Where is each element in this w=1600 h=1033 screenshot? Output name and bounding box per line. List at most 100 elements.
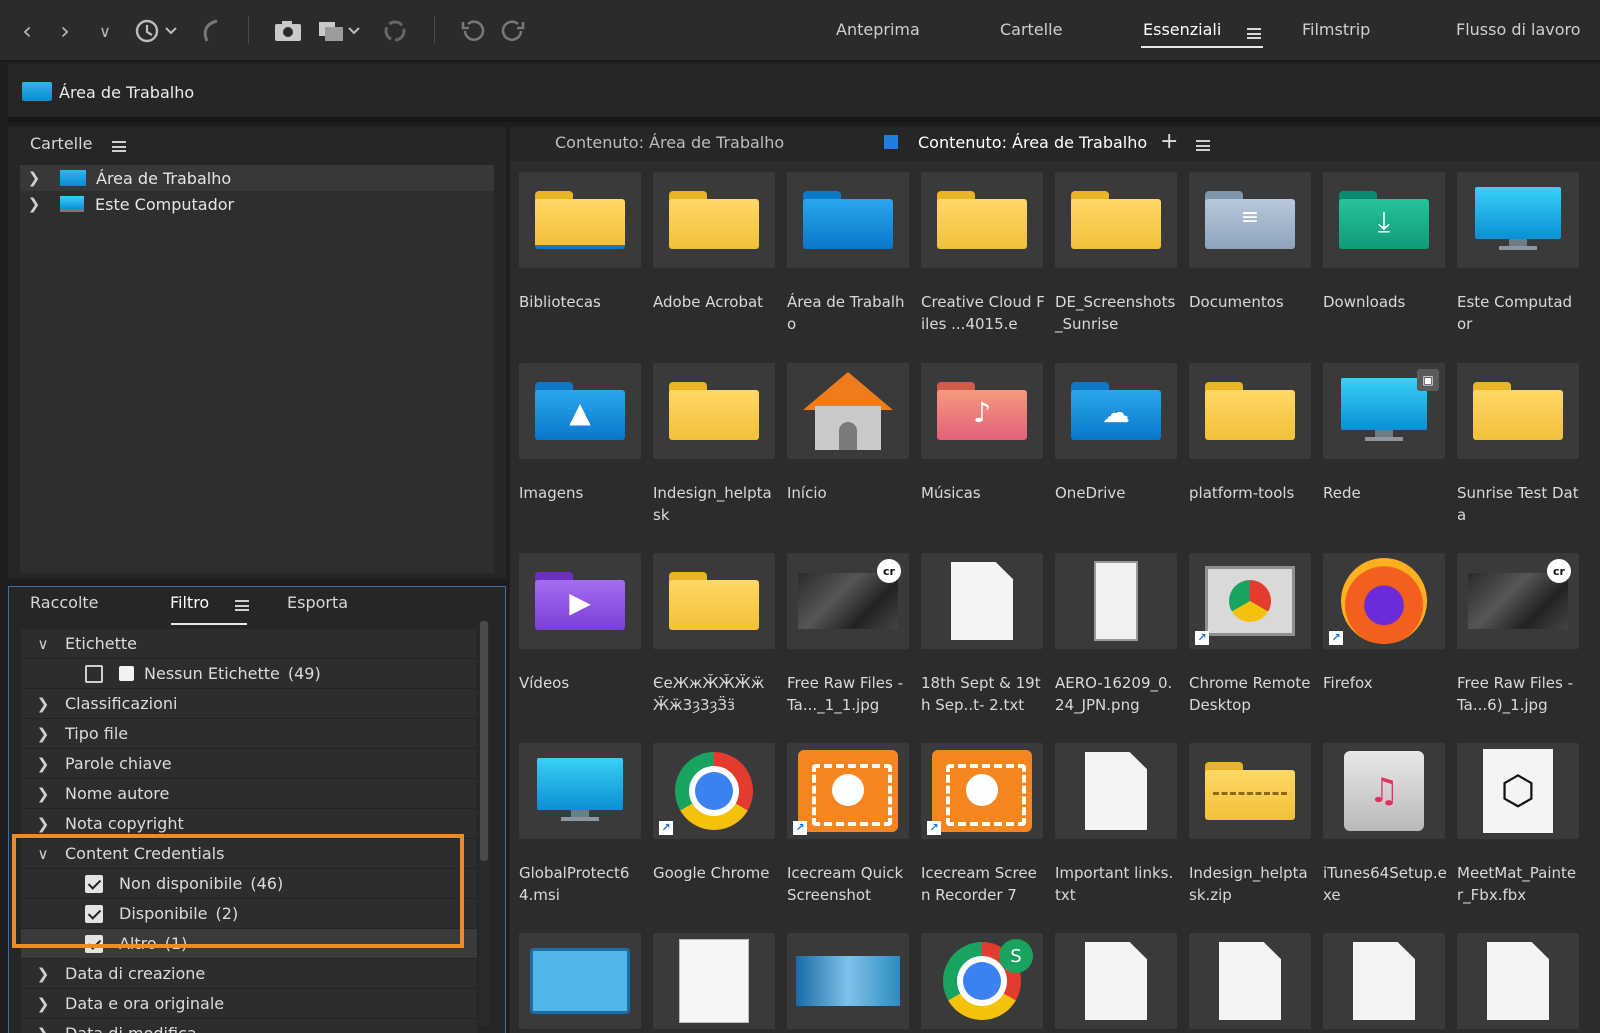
chevron-right-icon[interactable]: ❯ <box>20 169 48 187</box>
content-menu-icon[interactable] <box>1196 136 1210 155</box>
thumbnail-itunes64setup[interactable]: ♫ <box>1323 743 1445 839</box>
thumbnail-videos[interactable]: ▶ <box>519 553 641 649</box>
filter-category-parole-chiave[interactable]: ❯ Parole chiave <box>21 749 477 779</box>
item-label[interactable]: Free Raw Files - Ta...6)_1.jpg <box>1457 672 1581 716</box>
thumbnail-platform-tools[interactable] <box>1189 363 1311 459</box>
chevron-right-icon[interactable]: ❯ <box>21 1025 65 1033</box>
thumbnail-este-computador[interactable] <box>1457 172 1579 268</box>
chevron-right-icon[interactable]: ❯ <box>21 785 65 803</box>
item-label[interactable]: Icecream Quick Screenshot <box>787 862 911 906</box>
item-label[interactable]: MeetMat_Painter_Fbx.fbx <box>1457 862 1581 906</box>
thumbnail-icecream-screen-recorder[interactable]: ↗ <box>921 743 1043 839</box>
thumbnail-rede[interactable]: ▣ <box>1323 363 1445 459</box>
workspace-menu-icon[interactable] <box>1247 24 1261 43</box>
chevron-right-icon[interactable]: ❯ <box>21 815 65 833</box>
path-breadcrumb[interactable]: Área de Trabalho <box>59 83 194 102</box>
item-label[interactable]: Vídeos <box>519 672 643 694</box>
filter-category-nome-autore[interactable]: ❯ Nome autore <box>21 779 477 809</box>
thumbnail-18th-sept[interactable] <box>921 553 1043 649</box>
checkbox-checked[interactable] <box>85 874 103 893</box>
filter-panel-menu-icon[interactable] <box>235 596 249 615</box>
tab-raccolte[interactable]: Raccolte <box>30 593 99 612</box>
chevron-right-icon[interactable]: ❯ <box>21 725 65 743</box>
filter-scrollbar[interactable] <box>479 621 489 1026</box>
thumbnail-row5-5[interactable] <box>1055 933 1177 1029</box>
thumbnail-indesign-helptask[interactable] <box>653 363 775 459</box>
tab-esporta[interactable]: Esporta <box>287 593 348 612</box>
folders-panel-menu-icon[interactable] <box>112 137 126 156</box>
thumbnail-downloads[interactable]: ⤓ <box>1323 172 1445 268</box>
item-label[interactable]: 18th Sept & 19th Sep..t- 2.txt <box>921 672 1045 716</box>
item-label[interactable]: Este Computador <box>1457 291 1581 335</box>
item-label[interactable]: Downloads <box>1323 291 1447 313</box>
thumbnail-indesign-helptask-zip[interactable] <box>1189 743 1311 839</box>
checkbox-checked[interactable] <box>85 934 103 953</box>
thumbnail-onedrive[interactable]: ☁ <box>1055 363 1177 459</box>
item-label[interactable]: Rede <box>1323 482 1447 504</box>
chevron-right-icon[interactable]: ❯ <box>20 195 48 213</box>
item-label[interactable]: Chrome Remote Desktop <box>1189 672 1313 716</box>
thumbnail-de-screenshots[interactable] <box>1055 172 1177 268</box>
item-label[interactable]: Área de Trabalho <box>787 291 911 335</box>
thumbnail-row5-3[interactable] <box>787 933 909 1029</box>
item-label[interactable]: Icecream Screen Recorder 7 <box>921 862 1045 906</box>
thumbnail-cyrillic-folder[interactable] <box>653 553 775 649</box>
get-photos-icon[interactable] <box>272 15 306 47</box>
dropdown-chevron-icon[interactable]: ∨ <box>92 15 118 47</box>
thumbnail-google-chrome[interactable]: ↗ <box>653 743 775 839</box>
item-label[interactable]: Google Chrome <box>653 862 777 884</box>
filter-category-nota-copyright[interactable]: ❯ Nota copyright <box>21 809 477 839</box>
thumbnail-imagens[interactable]: ▲ <box>519 363 641 459</box>
item-label[interactable]: Firefox <box>1323 672 1447 694</box>
chevron-down-icon[interactable]: ∨ <box>21 635 65 653</box>
item-label[interactable]: Important links.txt <box>1055 862 1179 906</box>
item-label[interactable]: Bibliotecas <box>519 291 643 313</box>
filter-option-altro[interactable]: Altro (1) <box>21 929 477 959</box>
chevron-right-icon[interactable]: ❯ <box>21 995 65 1013</box>
content-tab-1[interactable]: Contenuto: Área de Trabalho <box>555 133 784 152</box>
item-label[interactable]: iTunes64Setup.exe <box>1323 862 1447 906</box>
thumbnail-chrome-remote-desktop[interactable]: ↗ <box>1189 553 1311 649</box>
folders-panel-title[interactable]: Cartelle <box>30 134 92 153</box>
item-label[interactable]: platform-tools <box>1189 482 1313 504</box>
filter-category-tipo-file[interactable]: ❯ Tipo file <box>21 719 477 749</box>
item-label[interactable]: Músicas <box>921 482 1045 504</box>
content-tab-2[interactable]: Contenuto: Área de Trabalho <box>918 133 1147 152</box>
item-label[interactable]: OneDrive <box>1055 482 1179 504</box>
thumbnail-row5-6[interactable] <box>1189 933 1311 1029</box>
filter-scrollbar-thumb[interactable] <box>480 621 488 861</box>
item-label[interactable]: AERO-16209_0.24_JPN.png <box>1055 672 1179 716</box>
chevron-down-icon[interactable]: ∨ <box>21 845 65 863</box>
back-icon[interactable]: ‹ <box>14 15 40 47</box>
item-label[interactable]: Início <box>787 482 911 504</box>
filter-option-nessun-etichette[interactable]: Nessun Etichette (49) <box>21 659 477 689</box>
item-label[interactable]: Indesign_helptask <box>653 482 777 526</box>
checkbox[interactable] <box>85 664 103 683</box>
tree-item-este-computador[interactable]: ❯ Este Computador <box>20 191 494 217</box>
thumbnail-adobe-acrobat[interactable] <box>653 172 775 268</box>
thumbnail-row5-7[interactable] <box>1323 933 1445 1029</box>
tab-filtro[interactable]: Filtro <box>170 593 209 612</box>
thumbnail-icecream-quick-screenshot[interactable]: ↗ <box>787 743 909 839</box>
filter-category-classificazioni[interactable]: ❯ Classificazioni <box>21 689 477 719</box>
refresh-icon[interactable] <box>380 15 410 47</box>
item-label[interactable]: Free Raw Files - Ta..._1_1.jpg <box>787 672 911 716</box>
thumbnail-bibliotecas[interactable] <box>519 172 641 268</box>
filter-category-data-di-creazione[interactable]: ❯ Data di creazione <box>21 959 477 989</box>
item-label[interactable]: Documentos <box>1189 291 1313 313</box>
thumbnail-area-de-trabalho[interactable] <box>787 172 909 268</box>
item-label[interactable]: GlobalProtect64.msi <box>519 862 643 906</box>
filter-category-etichette[interactable]: ∨ Etichette <box>21 629 477 659</box>
workspace-tab-cartelle[interactable]: Cartelle <box>1000 20 1062 39</box>
workspace-tab-flusso-di-lavoro[interactable]: Flusso di lavoro <box>1456 20 1581 39</box>
filter-category-data-e-ora-originale[interactable]: ❯ Data e ora originale <box>21 989 477 1019</box>
batch-rename-icon[interactable] <box>316 15 366 47</box>
item-label[interactable]: Sunrise Test Data <box>1457 482 1581 526</box>
workspace-tab-essenziali[interactable]: Essenziali <box>1143 20 1221 39</box>
thumbnail-free-raw-files-1[interactable]: cr <box>787 553 909 649</box>
item-label[interactable]: Adobe Acrobat <box>653 291 777 313</box>
thumbnail-row5-4[interactable]: S <box>921 933 1043 1029</box>
thumbnail-musicas[interactable]: ♪ <box>921 363 1043 459</box>
thumbnail-free-raw-files-2[interactable]: cr <box>1457 553 1579 649</box>
thumbnail-aero-16209[interactable] <box>1055 553 1177 649</box>
